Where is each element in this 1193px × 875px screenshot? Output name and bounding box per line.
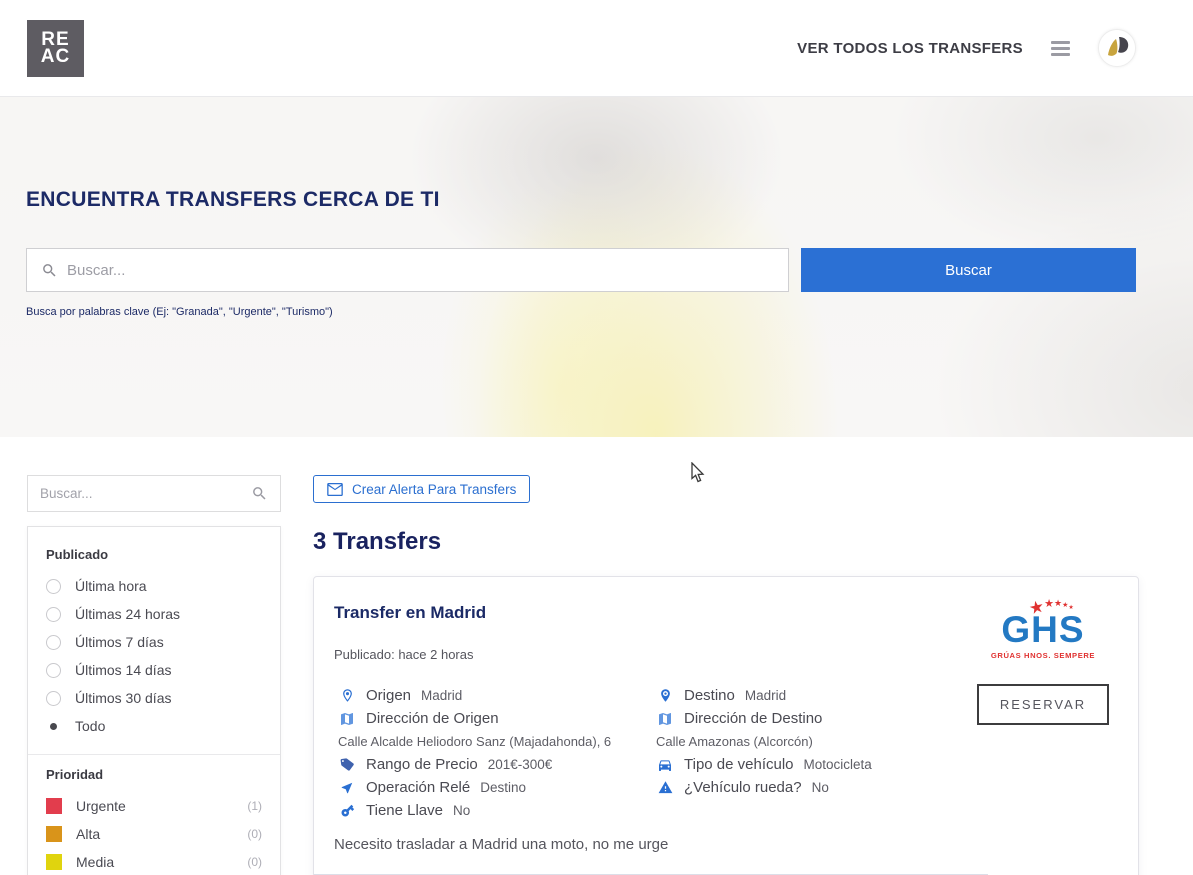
app-header: RE AC VER TODOS LOS TRANSFERS (0, 0, 1193, 97)
reserve-button[interactable]: RESERVAR (977, 684, 1109, 725)
vehicle-type-row: Tipo de vehículo Motocicleta (656, 753, 968, 776)
radio-icon[interactable] (46, 691, 61, 706)
vehicle-rolls-row: ¿Vehículo rueda? No (656, 776, 968, 799)
transfer-description: Necesito trasladar a Madrid una moto, no… (334, 836, 968, 853)
filter-ultimos-14-dias[interactable]: Últimos 14 días (46, 656, 262, 684)
radio-icon[interactable] (46, 579, 61, 594)
media-color-swatch (46, 854, 62, 870)
transfer-card-title[interactable]: Transfer en Madrid (334, 603, 968, 623)
hero-title: ENCUENTRA TRANSFERS CERCA DE TI (26, 188, 1136, 212)
alta-count: (0) (247, 827, 262, 841)
envelope-icon (327, 483, 343, 496)
radio-icon[interactable] (46, 635, 61, 650)
radio-selected-icon[interactable] (46, 719, 61, 734)
origin-address-value: Calle Alcalde Heliodoro Sanz (Majadahond… (338, 730, 650, 753)
published-timestamp: Publicado: hace 2 horas (334, 647, 968, 662)
origin-address-row: Dirección de Origen (338, 707, 650, 730)
transfer-details: Origen Madrid Destino Madrid (334, 684, 968, 822)
map-icon (656, 711, 674, 727)
radio-icon[interactable] (46, 607, 61, 622)
warning-triangle-icon (656, 780, 674, 795)
filter-ultima-hora[interactable]: Última hora (46, 572, 262, 600)
hero-search-box (26, 248, 789, 292)
sidebar-search-box (27, 475, 281, 512)
results-count-heading: 3 Transfers (313, 528, 1139, 556)
hero-search-input[interactable] (67, 262, 774, 279)
company-tagline: GRÚAS HNOS. SEMPERE (991, 651, 1095, 660)
search-helper-text: Busca por palabras clave (Ej: "Granada",… (26, 306, 1136, 318)
destination-address-row: Dirección de Destino (656, 707, 968, 730)
location-pin-dot-icon (656, 688, 674, 703)
sidebar-search-input[interactable] (40, 486, 243, 501)
price-range-row: Rango de Precio 201€-300€ (338, 753, 650, 776)
has-key-row: Tiene Llave No (338, 799, 650, 822)
key-icon (338, 803, 356, 818)
user-avatar[interactable] (1098, 29, 1136, 67)
results-area: Crear Alerta Para Transfers 3 Transfers … (313, 475, 1139, 875)
menu-icon[interactable] (1047, 37, 1074, 60)
filter-ultimos-30-dias[interactable]: Últimos 30 días (46, 684, 262, 712)
navigation-arrow-icon (338, 781, 356, 795)
origin-row: Origen Madrid (338, 684, 650, 707)
media-count: (0) (247, 855, 262, 869)
relay-operation-row: Operación Relé Destino (338, 776, 650, 799)
transfer-card: Transfer en Madrid Publicado: hace 2 hor… (313, 576, 1139, 875)
urgente-count: (1) (247, 799, 262, 813)
destination-address-value: Calle Amazonas (Alcorcón) (656, 730, 968, 753)
destination-row: Destino Madrid (656, 684, 968, 707)
hero-section: ENCUENTRA TRANSFERS CERCA DE TI Buscar B… (0, 97, 1193, 437)
panel-divider (28, 754, 280, 755)
filter-alta[interactable]: Alta (0) (46, 820, 262, 848)
filter-panel: Publicado Última hora Últimas 24 horas Ú… (27, 526, 281, 875)
filter-urgente[interactable]: Urgente (1) (46, 792, 262, 820)
prioridad-filter-title: Prioridad (46, 767, 262, 782)
filter-media[interactable]: Media (0) (46, 848, 262, 875)
radio-icon[interactable] (46, 663, 61, 678)
map-icon (338, 711, 356, 727)
create-alert-button[interactable]: Crear Alerta Para Transfers (313, 475, 530, 503)
view-all-transfers-link[interactable]: VER TODOS LOS TRANSFERS (797, 40, 1023, 57)
price-tag-icon (338, 757, 356, 772)
filters-sidebar: Publicado Última hora Últimas 24 horas Ú… (27, 475, 281, 875)
car-icon (656, 757, 674, 773)
filter-ultimas-24-horas[interactable]: Últimas 24 horas (46, 600, 262, 628)
ghs-stars-icon: ★★★★★ (1029, 599, 1074, 617)
filter-todo[interactable]: Todo (46, 712, 262, 740)
search-icon (41, 262, 58, 279)
urgente-color-swatch (46, 798, 62, 814)
company-logo[interactable]: ★★★★★ GHS GRÚAS HNOS. SEMPERE (991, 611, 1095, 660)
publicado-filter-title: Publicado (46, 547, 262, 562)
filter-ultimos-7-dias[interactable]: Últimos 7 días (46, 628, 262, 656)
reac-logo-line2: AC (41, 48, 70, 65)
reac-logo[interactable]: RE AC (27, 20, 84, 77)
avatar-logo-icon (1099, 30, 1135, 66)
alta-color-swatch (46, 826, 62, 842)
location-pin-icon (338, 688, 356, 703)
search-icon[interactable] (251, 485, 268, 502)
search-button[interactable]: Buscar (801, 248, 1136, 292)
